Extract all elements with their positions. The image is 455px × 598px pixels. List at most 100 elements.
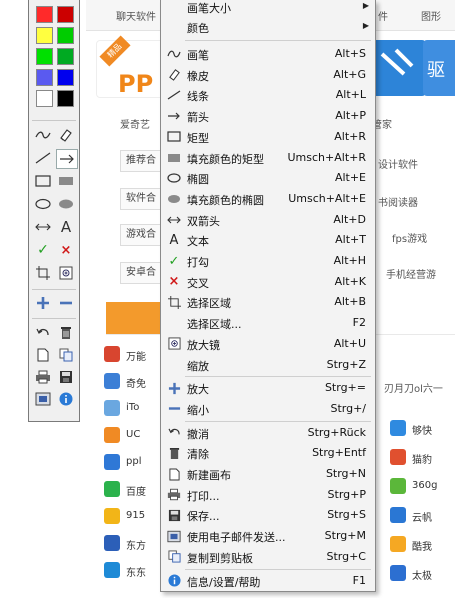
color-swatch[interactable] xyxy=(36,27,53,44)
color-swatch[interactable] xyxy=(57,27,74,44)
ellipse-icon[interactable] xyxy=(33,195,53,213)
menu-item[interactable]: 填充颜色的矩型 Umsch+Alt+R xyxy=(161,148,375,168)
color-swatch[interactable] xyxy=(36,90,53,107)
menu-item[interactable]: 打印... Strg+P xyxy=(161,485,375,505)
menu-item[interactable]: 缩放 Strg+Z xyxy=(161,355,375,375)
color-swatch[interactable] xyxy=(57,48,74,65)
menu-item[interactable]: 选择区域... F2 xyxy=(161,313,375,333)
color-swatch[interactable] xyxy=(57,6,74,23)
menu-item-shortcut: Strg+N xyxy=(325,467,366,480)
menu-item[interactable]: 清除 Strg+Entf xyxy=(161,443,375,463)
menu-item-shortcut: Alt+H xyxy=(333,254,366,267)
menu-item-shortcut: Umsch+Alt+R xyxy=(287,150,367,164)
pptv-logo: PP xyxy=(118,70,154,98)
menu-item[interactable]: 放大镜 Alt+U xyxy=(161,334,375,354)
menu-item[interactable]: 撤消 Strg+Rück xyxy=(161,423,375,443)
menu-item[interactable]: 橡皮 Alt+G xyxy=(161,65,375,85)
menu-item[interactable]: 双箭头 Alt+D xyxy=(161,210,375,230)
menu-item[interactable]: 保存... Strg+S xyxy=(161,505,375,525)
menu-item[interactable]: 箭头 Alt+P xyxy=(161,106,375,126)
menu-item[interactable]: 使用电子邮件发送... Strg+M xyxy=(161,526,375,546)
color-swatch[interactable] xyxy=(36,48,53,65)
color-swatch[interactable] xyxy=(57,69,74,86)
software-list-item[interactable]: 猫豹 xyxy=(390,449,450,467)
software-list-item[interactable]: 云帆 xyxy=(390,507,450,525)
menu-item-submenu[interactable]: 颜色 ▶ xyxy=(161,17,375,37)
driver-app-card[interactable]: 驱 xyxy=(423,40,455,96)
color-swatch[interactable] xyxy=(36,69,53,86)
software-list-item[interactable]: 酷我 xyxy=(390,536,450,554)
menu-item[interactable]: 线条 Alt+L xyxy=(161,85,375,105)
select-area-icon[interactable] xyxy=(33,264,53,282)
card-caption[interactable]: 爱奇艺 xyxy=(120,116,150,131)
menu-item[interactable]: 选择区域 Alt+B xyxy=(161,292,375,312)
color-swatch[interactable] xyxy=(57,90,74,107)
trash-icon[interactable] xyxy=(56,324,76,342)
menu-item[interactable]: 缩小 Strg+/ xyxy=(161,399,375,419)
menu-item[interactable]: 画笔 Alt+S xyxy=(161,44,375,64)
filled-rectangle-icon[interactable] xyxy=(56,172,76,190)
menu-item[interactable]: 矩型 Alt+R xyxy=(161,127,375,147)
headline-link[interactable]: 刃月刀ol六一 xyxy=(384,380,443,395)
new-canvas-icon[interactable] xyxy=(33,346,53,364)
menu-item[interactable]: A 文本 Alt+T xyxy=(161,230,375,250)
filled-rectangle-icon xyxy=(166,150,182,166)
menu-item-label: 选择区域 xyxy=(187,297,231,311)
menu-item[interactable]: 信息/设置/帮助 F1 xyxy=(161,571,375,591)
app-icon xyxy=(390,449,406,465)
category-link[interactable]: 手机经营游 xyxy=(386,266,436,281)
menu-item-label: 线条 xyxy=(187,90,209,104)
menu-item[interactable]: 新建画布 Strg+N xyxy=(161,464,375,484)
category-link[interactable]: 书阅读器 xyxy=(378,194,418,209)
arrow-icon[interactable] xyxy=(56,149,78,169)
undo-icon[interactable] xyxy=(33,324,53,342)
zoom-out-icon[interactable] xyxy=(56,294,76,312)
category-link[interactable]: 设计软件 xyxy=(378,156,418,171)
menu-item[interactable]: ✓ 打勾 Alt+H xyxy=(161,251,375,271)
line-icon[interactable] xyxy=(33,149,53,167)
menu-item-shortcut: Alt+K xyxy=(334,274,366,288)
text-icon[interactable]: A xyxy=(56,218,76,236)
info-icon[interactable] xyxy=(56,390,76,408)
menu-item-label: 清除 xyxy=(187,448,209,462)
menu-item-submenu[interactable]: 画笔大小 ▶ xyxy=(161,0,375,17)
background-nav-item[interactable]: 聊天软件 xyxy=(116,8,156,23)
menu-separator xyxy=(185,420,371,422)
software-list-item[interactable]: 360g xyxy=(390,478,450,496)
software-list-label: 猫豹 xyxy=(412,455,432,466)
software-list-label: 360g xyxy=(412,480,438,491)
category-link[interactable]: fps游戏 xyxy=(392,230,427,245)
print-icon[interactable] xyxy=(33,368,53,386)
filled-ellipse-icon[interactable] xyxy=(56,195,76,213)
menu-item[interactable]: 放大 Strg+= xyxy=(161,378,375,398)
menu-item[interactable]: 填充颜色的椭圆 Umsch+Alt+E xyxy=(161,189,375,209)
zoom-in-icon[interactable] xyxy=(33,294,53,312)
menu-item[interactable]: 复制到剪贴板 Strg+C xyxy=(161,547,375,567)
background-nav-item[interactable]: 件 xyxy=(378,8,388,23)
menu-item-shortcut: Alt+R xyxy=(334,129,366,143)
category-tab[interactable]: 安卓合 xyxy=(120,262,162,284)
cross-icon[interactable]: × xyxy=(56,241,76,259)
software-list-item[interactable]: 太极 xyxy=(390,565,450,583)
double-arrow-icon[interactable] xyxy=(33,218,53,236)
menu-item[interactable]: × 交叉 Alt+K xyxy=(161,272,375,292)
menu-item[interactable]: 椭圆 Alt+E xyxy=(161,168,375,188)
pen-icon[interactable] xyxy=(33,126,53,144)
security-app-card[interactable] xyxy=(368,40,426,96)
copy-clipboard-icon[interactable] xyxy=(56,346,76,364)
category-tab[interactable]: 推荐合 xyxy=(120,150,162,172)
email-icon[interactable] xyxy=(33,390,53,408)
pen-icon xyxy=(166,46,182,62)
category-tab[interactable]: 游戏合 xyxy=(120,224,162,246)
software-list-item[interactable]: 够快 xyxy=(390,420,450,438)
background-nav-item[interactable]: 图形 xyxy=(421,8,441,23)
eraser-icon[interactable] xyxy=(56,126,76,144)
magnifier-icon[interactable] xyxy=(56,264,76,282)
save-icon[interactable] xyxy=(56,368,76,386)
menu-item-shortcut: Strg+= xyxy=(324,381,366,395)
checkmark-icon[interactable]: ✓ xyxy=(33,241,53,259)
software-list-label: iTo xyxy=(126,402,140,413)
color-swatch[interactable] xyxy=(36,6,53,23)
category-tab[interactable]: 软件合 xyxy=(120,188,162,210)
rectangle-icon[interactable] xyxy=(33,172,53,190)
